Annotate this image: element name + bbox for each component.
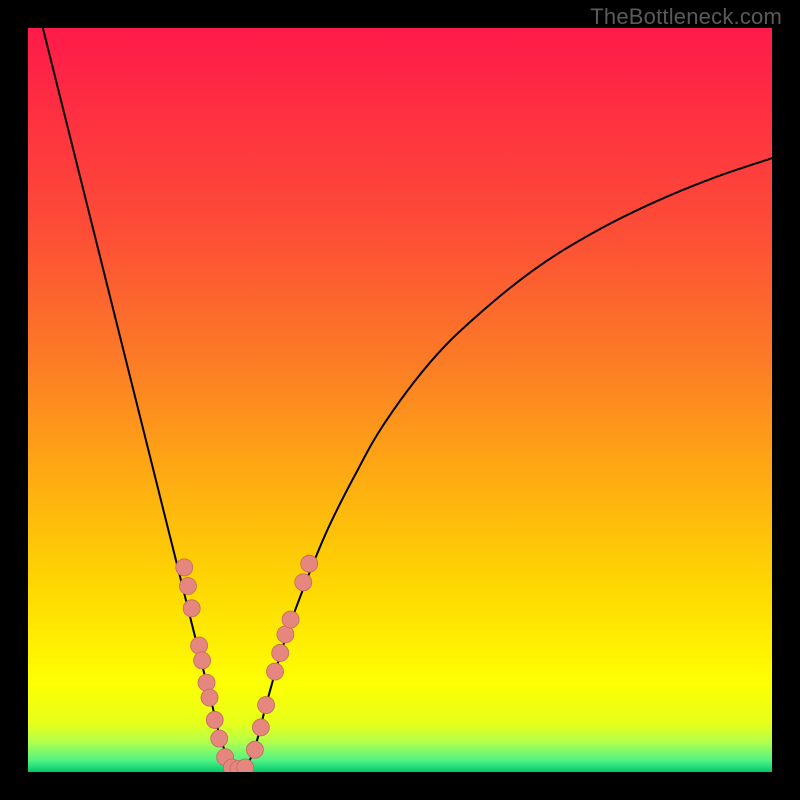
data-marker xyxy=(258,697,275,714)
data-marker xyxy=(246,741,263,758)
data-marker xyxy=(201,689,218,706)
data-marker xyxy=(198,674,215,691)
data-marker xyxy=(183,600,200,617)
data-marker xyxy=(176,559,193,576)
bottleneck-curve-plot xyxy=(28,28,772,772)
data-marker xyxy=(272,644,289,661)
data-marker xyxy=(179,578,196,595)
data-marker xyxy=(237,759,254,772)
data-marker xyxy=(295,574,312,591)
data-marker xyxy=(252,719,269,736)
data-marker xyxy=(194,652,211,669)
data-marker xyxy=(277,626,294,643)
data-marker xyxy=(282,611,299,628)
watermark-text: TheBottleneck.com xyxy=(590,4,782,30)
data-marker xyxy=(301,555,318,572)
chart-container: TheBottleneck.com xyxy=(0,0,800,800)
data-marker xyxy=(191,637,208,654)
data-marker xyxy=(206,711,223,728)
data-marker xyxy=(267,663,284,680)
data-marker xyxy=(211,730,228,747)
plot-svg xyxy=(28,28,772,772)
